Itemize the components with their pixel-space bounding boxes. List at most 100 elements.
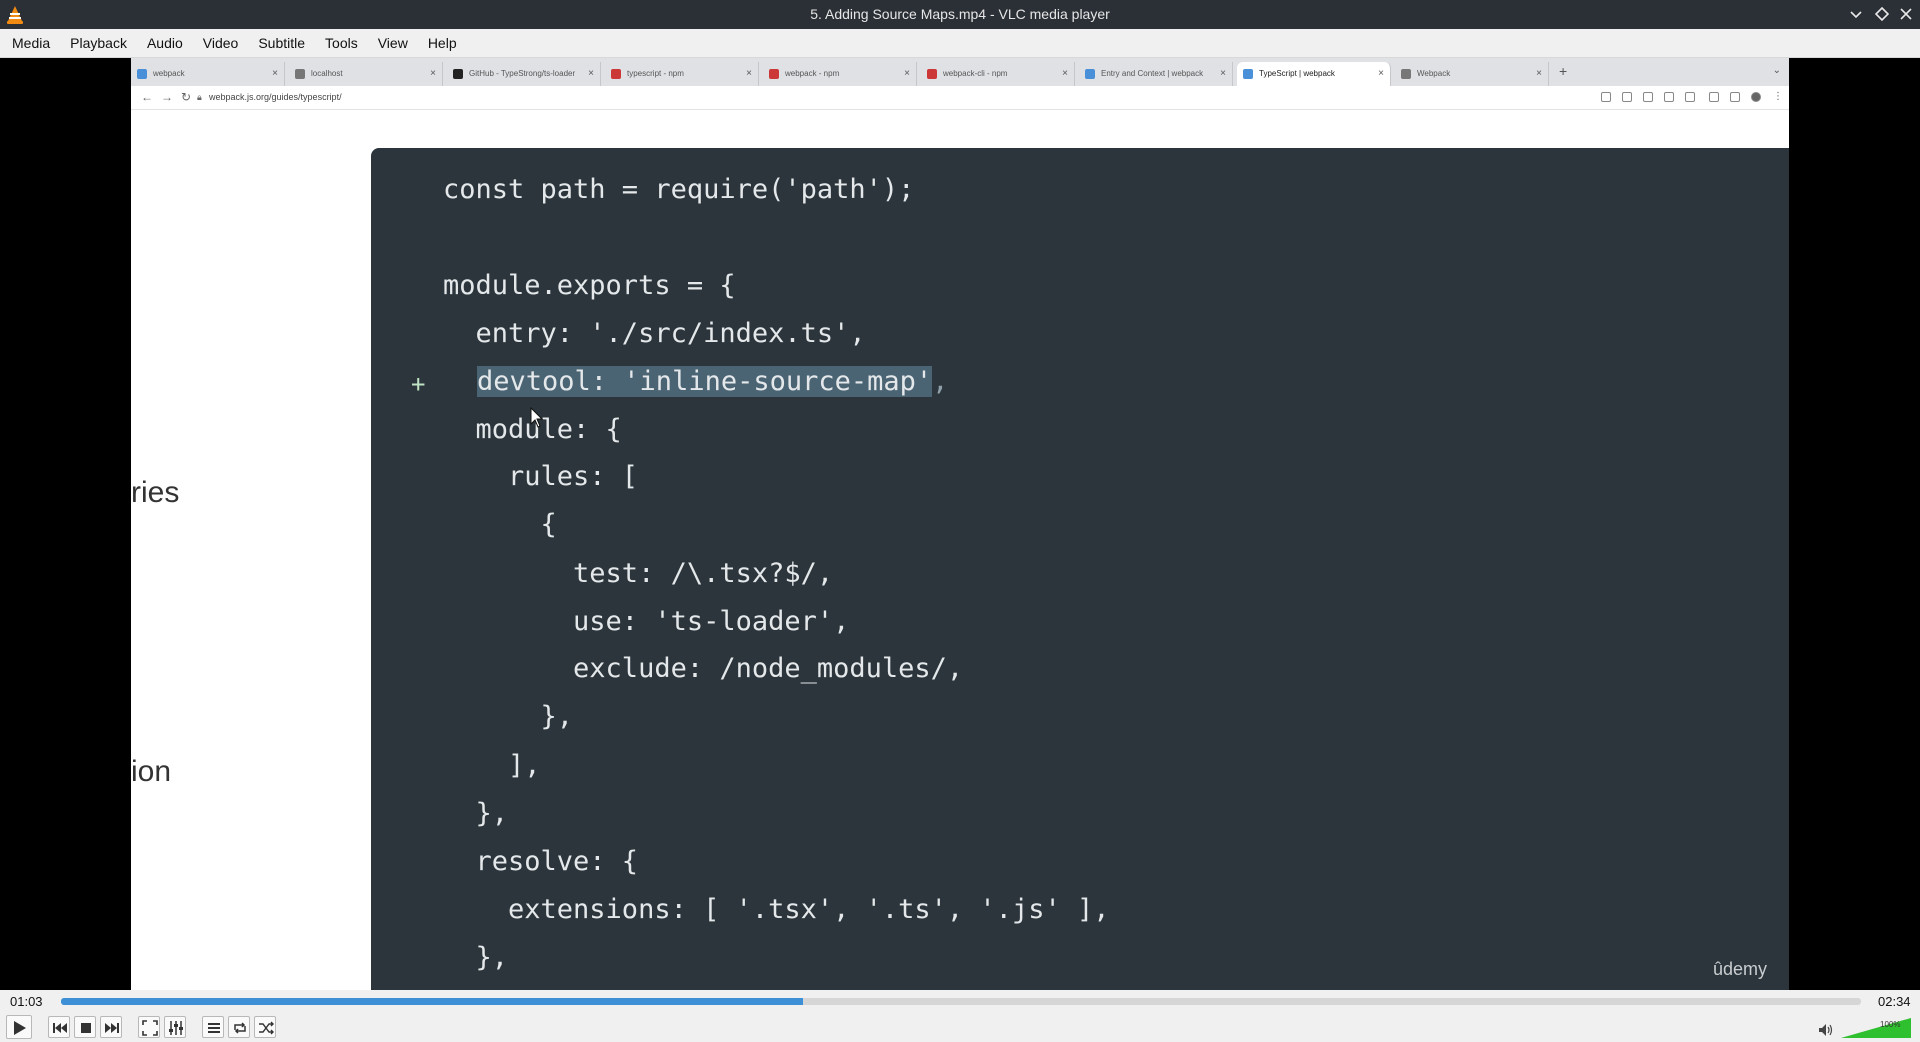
menu-help[interactable]: Help: [420, 29, 465, 58]
seek-row: 01:03 02:34: [0, 990, 1920, 1012]
tab-favicon-icon: [611, 69, 621, 79]
code-block: + const path = require('path'); module.e…: [371, 148, 1789, 990]
tab-favicon-icon: [1085, 69, 1095, 79]
play-button[interactable]: [6, 1015, 32, 1039]
code-line-highlighted: devtool: 'inline-source-map',: [477, 366, 948, 397]
browser-tab-label: webpack-cli - npm: [943, 69, 1008, 78]
page-side-text: ion: [131, 755, 172, 788]
volume-label: 100%: [1880, 1020, 1901, 1029]
seek-progress: [61, 998, 803, 1005]
stop-button[interactable]: [74, 1016, 96, 1038]
code-line: const path = require('path');: [443, 174, 915, 205]
download-icon: [1601, 92, 1611, 102]
browser-tab-label: Webpack: [1417, 69, 1451, 78]
browser-tab-label: TypeScript | webpack: [1259, 69, 1335, 78]
sidebar-icon: [1730, 92, 1740, 102]
tab-favicon-icon: [1243, 69, 1253, 79]
browser-tab-label: Entry and Context | webpack: [1101, 69, 1204, 78]
browser-tab-label: GitHub - TypeStrong/ts-loader: [469, 69, 576, 78]
volume-level: [1841, 1018, 1911, 1038]
extended-settings-button[interactable]: [164, 1016, 186, 1038]
code-line: {: [443, 509, 557, 540]
video-area[interactable]: webpack × localhost × GitHub - TypeStrong/ts…: [0, 58, 1920, 990]
code-line: test: /\.tsx?$/,: [443, 558, 834, 589]
star-icon: [1685, 92, 1695, 102]
code-line: extensions: [ '.tsx', '.ts', '.js' ],: [443, 894, 1110, 925]
code-line: },: [443, 798, 509, 829]
tab-close-icon: ×: [1062, 68, 1068, 79]
play-icon: [14, 1021, 26, 1035]
menu-playback[interactable]: Playback: [62, 29, 135, 58]
tab-favicon-icon: [453, 69, 463, 79]
tab-search-icon: ⌄: [1772, 65, 1781, 76]
menu-video[interactable]: Video: [195, 29, 247, 58]
new-tab-icon: +: [1559, 63, 1568, 79]
code-line: module.exports = {: [443, 270, 736, 301]
tab-favicon-icon: [927, 69, 937, 79]
code-highlight-suffix: ,: [932, 366, 949, 397]
video-frame: webpack × localhost × GitHub - TypeStrong/ts…: [131, 58, 1789, 990]
menu-audio[interactable]: Audio: [139, 29, 191, 58]
menu-subtitle[interactable]: Subtitle: [250, 29, 313, 58]
control-bar: 100%: [0, 1012, 1920, 1042]
next-button[interactable]: [100, 1016, 122, 1038]
tab-favicon-icon: [295, 69, 305, 79]
zoom-icon: [1643, 92, 1653, 102]
maximize-icon[interactable]: [1874, 6, 1890, 22]
tab-favicon-icon: [1401, 69, 1411, 79]
tab-close-icon: ×: [1378, 68, 1384, 79]
close-icon[interactable]: [1898, 6, 1914, 22]
seek-bar[interactable]: [61, 998, 1861, 1005]
skip-forward-icon: [105, 1023, 119, 1033]
page-side-text: ries: [131, 476, 180, 509]
browser-tab-label: typescript - npm: [627, 69, 684, 78]
browser-tab: GitHub - TypeStrong/ts-loader ×: [447, 62, 601, 86]
vlc-window: 5. Adding Source Maps.mp4 - VLC media pl…: [0, 0, 1920, 1042]
speaker-icon[interactable]: [1818, 1023, 1834, 1037]
code-highlight: devtool: 'inline-source-map': [477, 366, 933, 397]
playlist-icon: [208, 1023, 220, 1033]
browser-tab-label: webpack - npm: [785, 69, 840, 78]
tab-close-icon: ×: [904, 68, 910, 79]
extensions-icon: [1709, 92, 1719, 102]
tab-close-icon: ×: [430, 68, 436, 79]
menu-bar: Media Playback Audio Video Subtitle Tool…: [0, 29, 1920, 58]
added-line-marker: +: [411, 370, 426, 398]
browser-tab: localhost ×: [289, 62, 443, 86]
menu-view[interactable]: View: [370, 29, 416, 58]
playlist-button[interactable]: [202, 1016, 224, 1038]
equalizer-icon: [169, 1021, 183, 1035]
browser-url: webpack.js.org/guides/typescript/: [209, 92, 342, 102]
browser-tab-label: webpack: [153, 69, 185, 78]
total-time: 02:34: [1878, 994, 1911, 1009]
stop-icon: [81, 1023, 91, 1033]
code-line: use: 'ts-loader',: [443, 606, 850, 637]
lock-icon: 🔒︎: [197, 92, 202, 102]
browser-tab-label: localhost: [311, 69, 343, 78]
tab-favicon-icon: [137, 69, 147, 79]
code-line: resolve: {: [443, 846, 639, 877]
minimize-icon[interactable]: [1848, 6, 1864, 22]
browser-tab: TypeScript | webpack ×: [1237, 62, 1391, 86]
share-icon: [1664, 92, 1674, 102]
tab-close-icon: ×: [588, 68, 594, 79]
shuffle-button[interactable]: [254, 1016, 276, 1038]
browser-tab-strip: webpack × localhost × GitHub - TypeStrong/ts…: [131, 58, 1789, 86]
tab-close-icon: ×: [746, 68, 752, 79]
code-line: rules: [: [443, 461, 639, 492]
fullscreen-icon: [142, 1020, 158, 1036]
code-line: entry: './src/index.ts',: [443, 318, 866, 349]
menu-media[interactable]: Media: [4, 29, 58, 58]
browser-tab: Entry and Context | webpack ×: [1079, 62, 1233, 86]
tab-close-icon: ×: [1536, 68, 1542, 79]
code-line: },: [443, 701, 574, 732]
loop-icon: [234, 1022, 246, 1034]
previous-button[interactable]: [48, 1016, 70, 1038]
volume-slider[interactable]: [1841, 1018, 1911, 1038]
browser-tab: webpack ×: [131, 62, 285, 86]
loop-button[interactable]: [228, 1016, 250, 1038]
menu-tools[interactable]: Tools: [317, 29, 366, 58]
reload-icon: ↻: [181, 90, 192, 104]
browser-tab: Webpack ×: [1395, 62, 1549, 86]
fullscreen-button[interactable]: [138, 1016, 160, 1038]
